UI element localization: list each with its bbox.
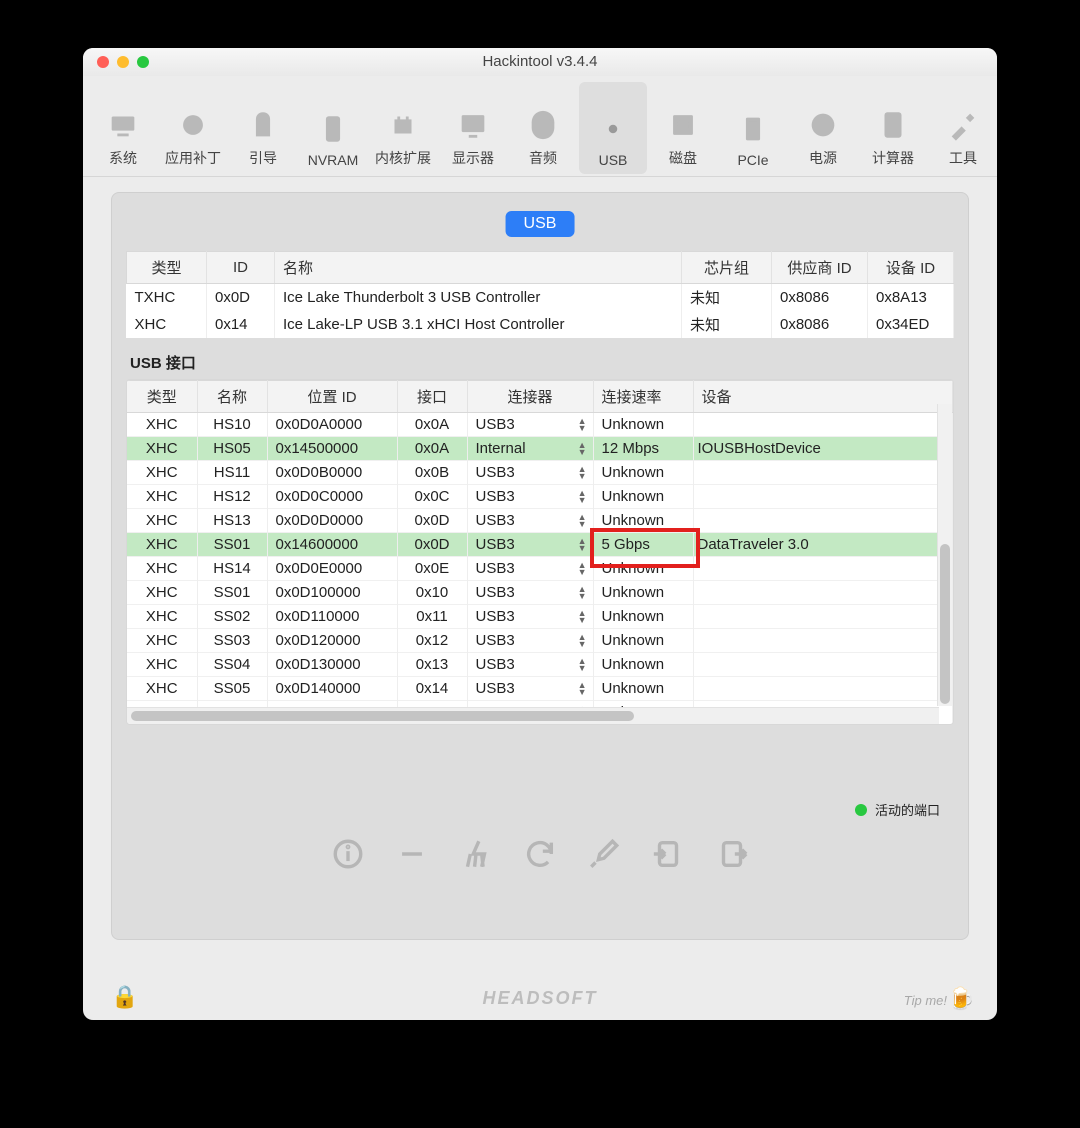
remove-icon[interactable] — [395, 837, 429, 875]
pcol-port[interactable]: 接口 — [397, 381, 467, 413]
pcol-name[interactable]: 名称 — [197, 381, 267, 413]
toolbar-USB[interactable]: USB — [579, 82, 647, 174]
port-row[interactable]: XHCSS040x0D1300000x13USB3▲▼Unknown — [127, 653, 953, 677]
pcol-speed[interactable]: 连接速率 — [593, 381, 693, 413]
window-title: Hackintool v3.4.4 — [83, 53, 997, 70]
port-row[interactable]: XHCHS100x0D0A00000x0AUSB3▲▼Unknown — [127, 413, 953, 437]
scroll-thumb[interactable] — [940, 544, 950, 704]
chevron-updown-icon: ▲▼ — [578, 538, 587, 552]
connector-select[interactable]: USB3▲▼ — [467, 629, 593, 653]
action-bar — [112, 837, 968, 875]
connector-select[interactable]: USB3▲▼ — [467, 509, 593, 533]
connector-select[interactable]: USB3▲▼ — [467, 461, 593, 485]
col-id[interactable]: ID — [207, 252, 275, 284]
col-device[interactable]: 设备 ID — [868, 252, 954, 284]
toolbar-音频[interactable]: 音频 — [509, 82, 577, 174]
col-vendor[interactable]: 供应商 ID — [772, 252, 868, 284]
main-panel: USB 类型 ID 名称 芯片组 供应商 ID 设备 ID TXHC0x0DIc… — [111, 192, 969, 940]
pcol-type[interactable]: 类型 — [127, 381, 197, 413]
pcol-connector[interactable]: 连接器 — [467, 381, 593, 413]
toolbar-引导[interactable]: 引导 — [229, 82, 297, 174]
active-dot-icon — [855, 804, 867, 816]
toolbar-NVRAM[interactable]: NVRAM — [299, 82, 367, 174]
toolbar-PCIe[interactable]: PCIe — [719, 82, 787, 174]
toolbar-系统[interactable]: 系统 — [89, 82, 157, 174]
pcol-device[interactable]: 设备 — [693, 381, 953, 413]
connector-select[interactable]: USB3▲▼ — [467, 557, 593, 581]
port-row[interactable]: XHCSS010x0D1000000x10USB3▲▼Unknown — [127, 581, 953, 605]
port-row[interactable]: XHCHS130x0D0D00000x0DUSB3▲▼Unknown — [127, 509, 953, 533]
toolbar-应用补丁[interactable]: 应用补丁 — [159, 82, 227, 174]
controller-row[interactable]: XHC0x14Ice Lake-LP USB 3.1 xHCI Host Con… — [127, 311, 954, 338]
chevron-updown-icon: ▲▼ — [578, 586, 587, 600]
controllers-table: 类型 ID 名称 芯片组 供应商 ID 设备 ID TXHC0x0DIce La… — [126, 251, 954, 338]
chevron-updown-icon: ▲▼ — [578, 514, 587, 528]
export-icon[interactable] — [715, 837, 749, 875]
connector-select[interactable]: USB3▲▼ — [467, 413, 593, 437]
chevron-updown-icon: ▲▼ — [578, 466, 587, 480]
chevron-updown-icon: ▲▼ — [578, 418, 587, 432]
toolbar-磁盘[interactable]: 磁盘 — [649, 82, 717, 174]
app-window: Hackintool v3.4.4 系统应用补丁引导NVRAM内核扩展显示器音频… — [83, 48, 997, 1020]
ports-table-wrap: 类型 名称 位置 ID 接口 连接器 连接速率 设备 XHCHS100x0D0A… — [126, 379, 954, 725]
titlebar: Hackintool v3.4.4 — [83, 48, 997, 76]
toolbar-工具[interactable]: 工具 — [929, 82, 997, 174]
import-icon[interactable] — [651, 837, 685, 875]
chevron-updown-icon: ▲▼ — [578, 490, 587, 504]
connector-select[interactable]: USB3▲▼ — [467, 605, 593, 629]
pcol-location[interactable]: 位置 ID — [267, 381, 397, 413]
toolbar-电源[interactable]: 电源 — [789, 82, 857, 174]
toolbar-显示器[interactable]: 显示器 — [439, 82, 507, 174]
col-chipset[interactable]: 芯片组 — [682, 252, 772, 284]
ports-section-label: USB 接口 — [130, 352, 954, 373]
port-row[interactable]: XHCHS140x0D0E00000x0EUSB3▲▼Unknown — [127, 557, 953, 581]
chevron-updown-icon: ▲▼ — [578, 658, 587, 672]
legend-active-port: 活动的端口 — [855, 800, 940, 819]
horizontal-scrollbar[interactable] — [127, 707, 939, 724]
inject-icon[interactable] — [587, 837, 621, 875]
toolbar: 系统应用补丁引导NVRAM内核扩展显示器音频USB磁盘PCIe电源计算器工具日志 — [83, 76, 997, 177]
info-icon[interactable] — [331, 837, 365, 875]
legend-label: 活动的端口 — [875, 800, 940, 819]
scroll-thumb[interactable] — [131, 711, 634, 721]
col-name[interactable]: 名称 — [275, 252, 682, 284]
connector-select[interactable]: USB3▲▼ — [467, 677, 593, 701]
vertical-scrollbar[interactable] — [937, 404, 952, 706]
brand-label: HEADSOFT — [483, 988, 598, 1009]
controller-row[interactable]: TXHC0x0DIce Lake Thunderbolt 3 USB Contr… — [127, 284, 954, 312]
chevron-updown-icon: ▲▼ — [578, 610, 587, 624]
chevron-updown-icon: ▲▼ — [578, 682, 587, 696]
tip-label[interactable]: Tip me! — [904, 993, 947, 1008]
port-row[interactable]: XHCHS110x0D0B00000x0BUSB3▲▼Unknown — [127, 461, 953, 485]
connector-select[interactable]: Internal▲▼ — [467, 437, 593, 461]
connector-select[interactable]: USB3▲▼ — [467, 653, 593, 677]
lock-icon[interactable]: 🔒 — [111, 984, 138, 1010]
col-type[interactable]: 类型 — [127, 252, 207, 284]
port-row[interactable]: XHCSS050x0D1400000x14USB3▲▼Unknown — [127, 677, 953, 701]
clean-icon[interactable] — [459, 837, 493, 875]
connector-select[interactable]: USB3▲▼ — [467, 533, 593, 557]
port-row[interactable]: XHCSS020x0D1100000x11USB3▲▼Unknown — [127, 605, 953, 629]
connector-select[interactable]: USB3▲▼ — [467, 581, 593, 605]
chevron-updown-icon: ▲▼ — [578, 442, 587, 456]
toolbar-计算器[interactable]: 计算器 — [859, 82, 927, 174]
connector-select[interactable]: USB3▲▼ — [467, 485, 593, 509]
port-row[interactable]: XHCHS050x145000000x0AInternal▲▼12 MbpsIO… — [127, 437, 953, 461]
panel-tab-usb[interactable]: USB — [506, 211, 575, 237]
beer-icon[interactable]: 🍺 — [948, 986, 975, 1012]
chevron-updown-icon: ▲▼ — [578, 562, 587, 576]
toolbar-内核扩展[interactable]: 内核扩展 — [369, 82, 437, 174]
port-row[interactable]: XHCSS010x146000000x0DUSB3▲▼5 GbpsDataTra… — [127, 533, 953, 557]
port-row[interactable]: XHCSS030x0D1200000x12USB3▲▼Unknown — [127, 629, 953, 653]
refresh-icon[interactable] — [523, 837, 557, 875]
ports-table: 类型 名称 位置 ID 接口 连接器 连接速率 设备 XHCHS100x0D0A… — [127, 380, 953, 724]
port-row[interactable]: XHCHS120x0D0C00000x0CUSB3▲▼Unknown — [127, 485, 953, 509]
chevron-updown-icon: ▲▼ — [578, 634, 587, 648]
footer: HEADSOFT — [83, 976, 997, 1020]
